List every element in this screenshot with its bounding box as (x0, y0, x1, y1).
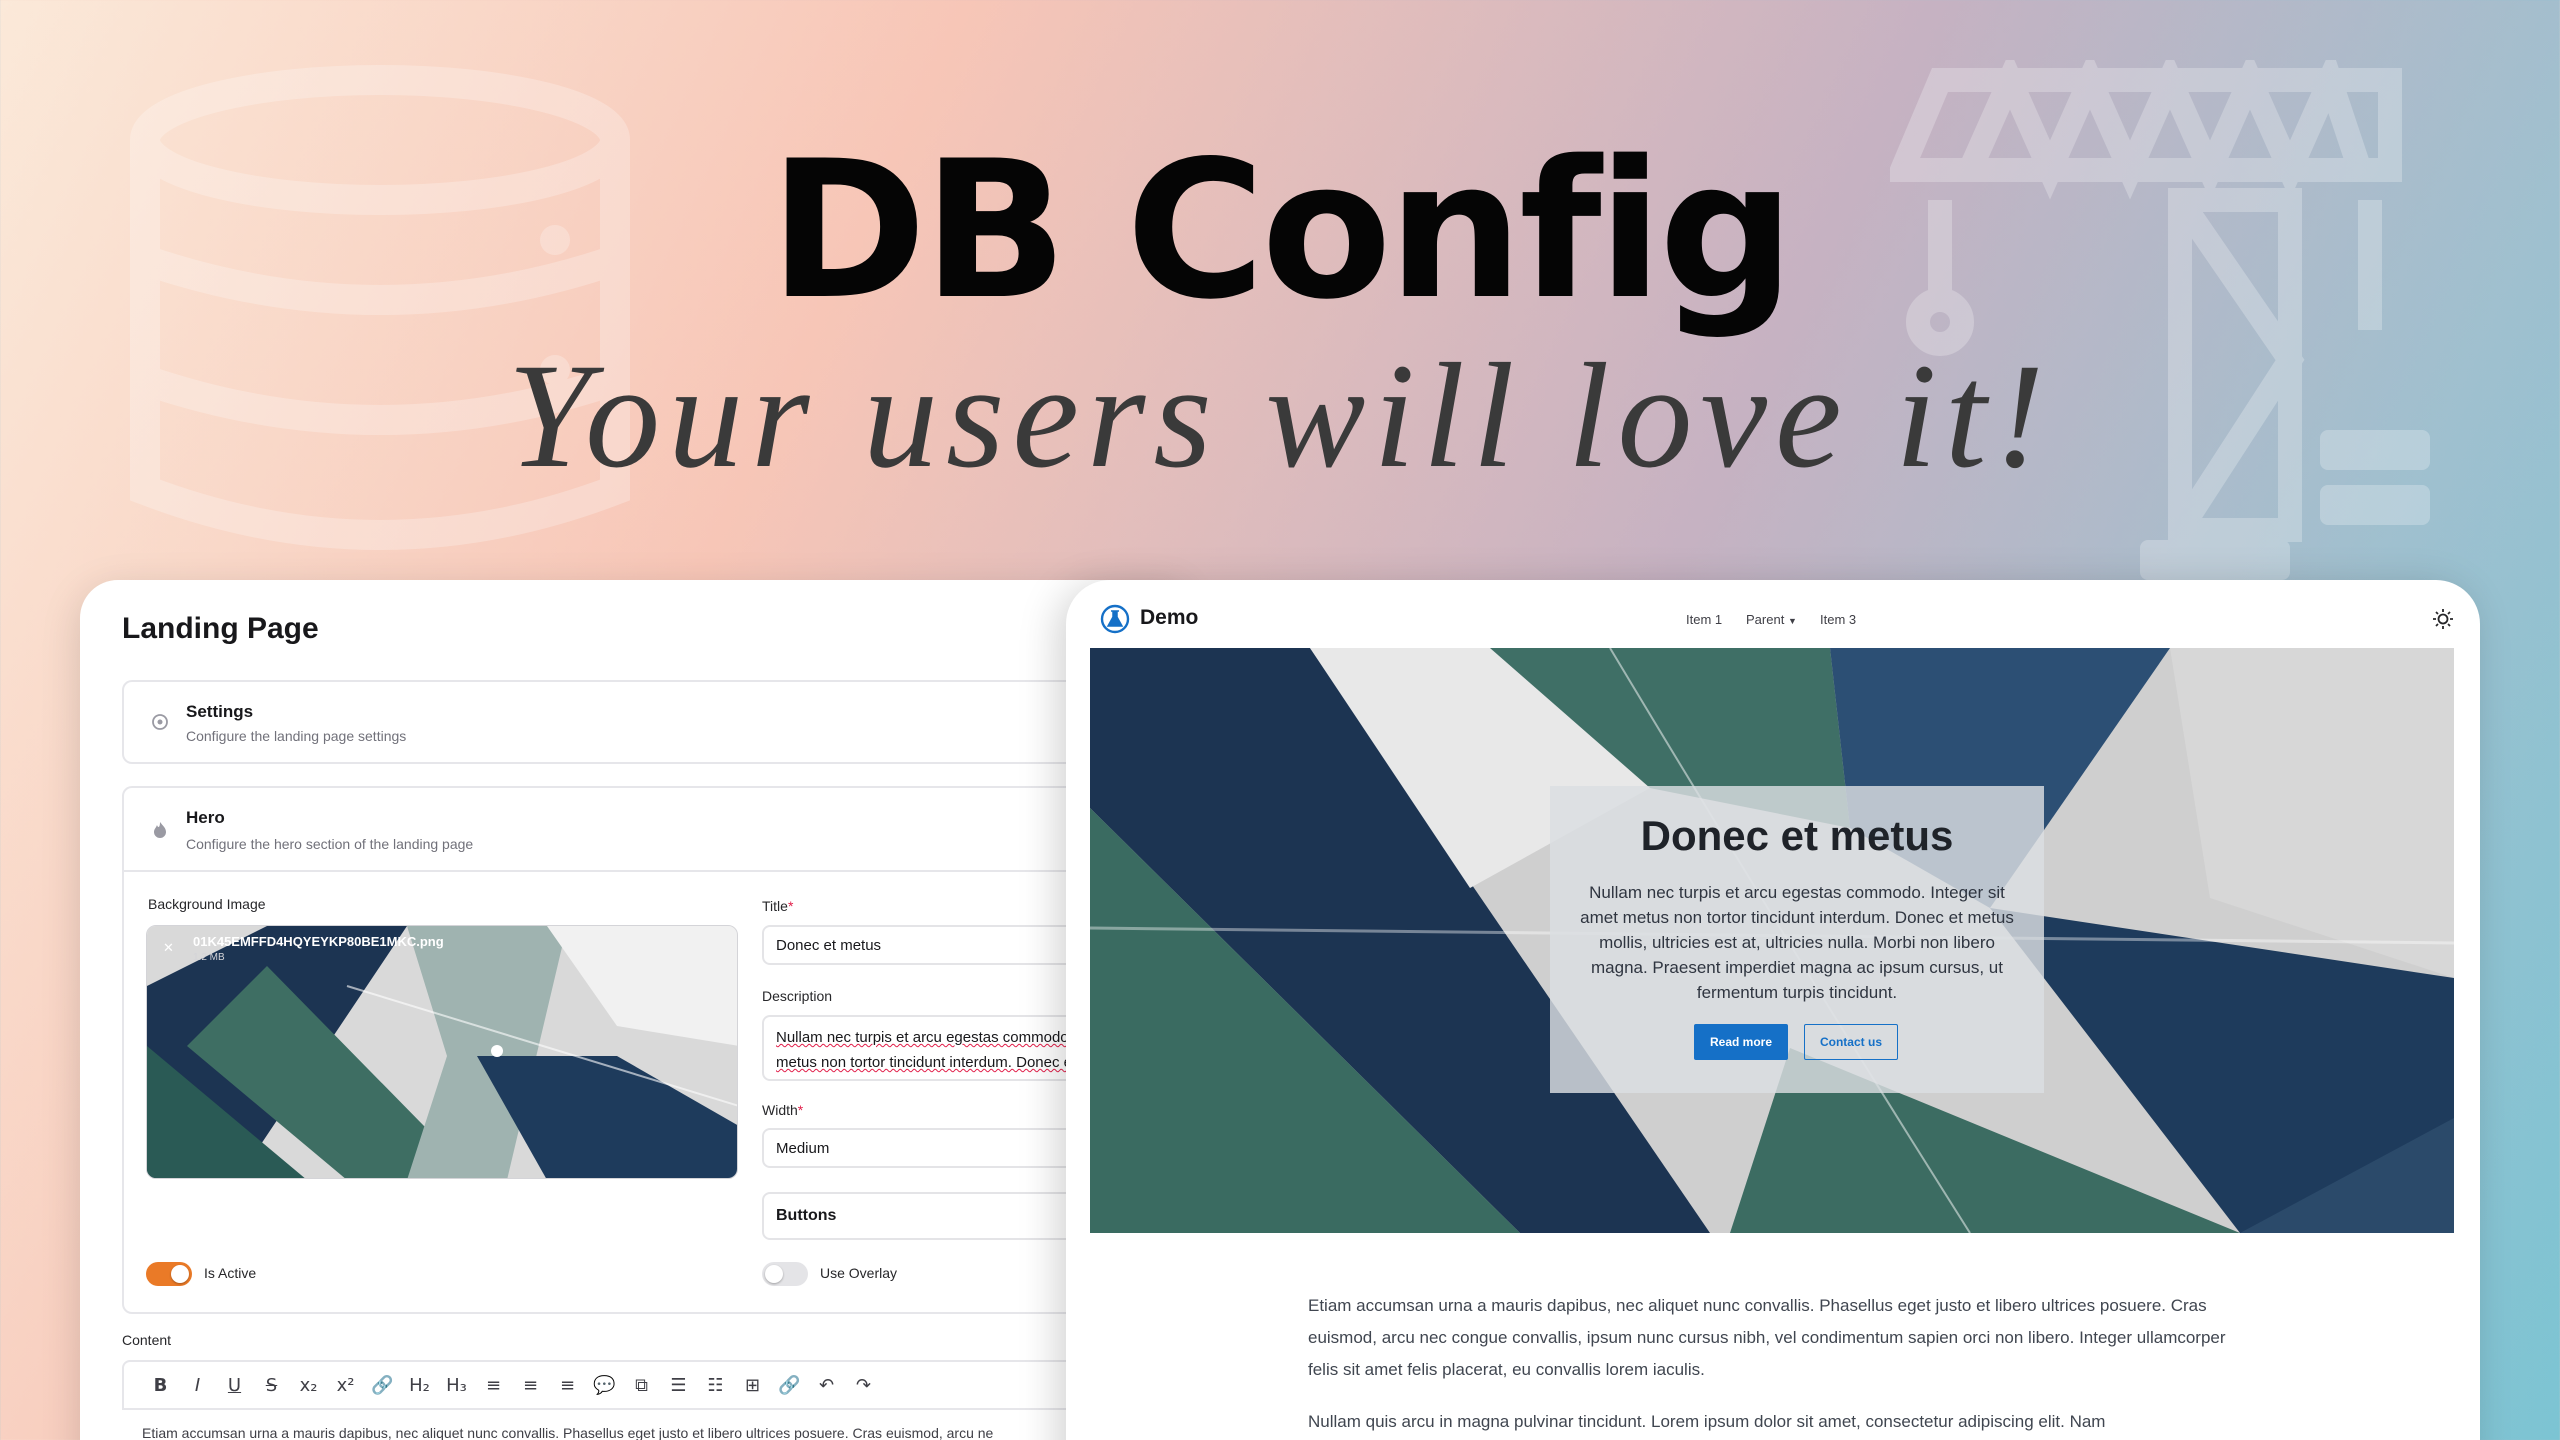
page-title: Landing Page (122, 612, 319, 645)
hero-card: Donec et metus Nullam nec turpis et arcu… (1550, 786, 2044, 1093)
bullet-list-icon[interactable]: ☰ (660, 1370, 697, 1400)
underline-icon[interactable]: U (216, 1370, 253, 1400)
editor-toolbar: B I U Sx₂ x² 🔗 H₂ H₃ ≡ ≡ ≡ 💬 ⧉ ☰ ☷ ⊞ 🔗 ↶ ↷ (122, 1360, 1180, 1410)
paragraph-2: Nullam quis arcu in magna pulvinar tinci… (1308, 1412, 2106, 1431)
sun-icon[interactable] (2432, 608, 2454, 630)
settings-title: Settings (186, 702, 254, 721)
content-label: Content (122, 1332, 172, 1348)
demo-window: Demo Item 1 Parent ▼ Item 3 Donec et met… (1066, 580, 2480, 1440)
contact-us-button[interactable]: Contact us (1804, 1024, 1898, 1060)
settings-icon (152, 714, 168, 730)
admin-window: Landing Page Settings Configure the land… (80, 580, 1180, 1440)
is-active-toggle[interactable] (146, 1262, 192, 1286)
settings-section[interactable]: Settings Configure the landing page sett… (122, 680, 1180, 764)
paragraph-1: Etiam accumsan urna a mauris dapibus, ne… (1308, 1296, 2226, 1379)
brand-name[interactable]: Demo (1140, 606, 1198, 630)
file-size: 1.2 MB (193, 952, 225, 963)
subscript-icon[interactable]: x₂ (290, 1370, 327, 1400)
hero-section-title: Hero (186, 808, 225, 827)
buttons-label: Buttons (776, 1207, 837, 1224)
description-label: Description (762, 988, 833, 1004)
embed-icon[interactable]: ⧉ (623, 1370, 660, 1400)
table-icon[interactable]: ⊞ (734, 1370, 771, 1400)
use-overlay-label: Use Overlay (820, 1265, 898, 1281)
hero-banner: Donec et metus Nullam nec turpis et arcu… (1090, 648, 2454, 1233)
use-overlay-toggle[interactable] (762, 1262, 808, 1286)
chevron-down-icon: ▼ (1787, 616, 1797, 626)
align-left-icon[interactable]: ≡ (475, 1370, 512, 1400)
nav-item-3[interactable]: Item 3 (1820, 612, 1856, 627)
hero-title: DB Config (769, 120, 1795, 341)
width-label: Width* (762, 1102, 804, 1118)
title-label: Title* (762, 898, 794, 914)
card-text: Nullam nec turpis et arcu egestas commod… (1580, 883, 2014, 1002)
heading-2-icon[interactable]: H₂ (401, 1370, 438, 1400)
nav-item-1[interactable]: Item 1 (1686, 612, 1722, 627)
flask-logo-icon (1100, 604, 1130, 634)
abstract-image (147, 926, 737, 1178)
hero-subtitle: Your users will love it! (507, 333, 2053, 499)
settings-description: Configure the landing page settings (186, 728, 407, 744)
file-name: 01K45EMFFD4HQYEYKP80BE1MKC.png (193, 934, 444, 949)
comment-icon[interactable]: 💬 (586, 1370, 623, 1400)
card-title: Donec et metus (1640, 812, 1954, 859)
read-more-button[interactable]: Read more (1694, 1024, 1788, 1060)
nav-item-parent[interactable]: Parent ▼ (1746, 612, 1797, 627)
ordered-list-icon[interactable]: ☷ (697, 1370, 734, 1400)
bold-icon[interactable]: B (142, 1370, 179, 1400)
undo-icon[interactable]: ↶ (808, 1370, 845, 1400)
heading-3-icon[interactable]: H₃ (438, 1370, 475, 1400)
superscript-icon[interactable]: x² (327, 1370, 364, 1400)
align-right-icon[interactable]: ≡ (549, 1370, 586, 1400)
remove-file-icon[interactable]: ✕ (163, 940, 174, 956)
background-image-label: Background Image (148, 896, 266, 912)
editor-content[interactable]: Etiam accumsan urna a mauris dapibus, ne… (142, 1425, 993, 1440)
background-image-preview[interactable]: ✕ 01K45EMFFD4HQYEYKP80BE1MKC.png 1.2 MB (146, 925, 738, 1179)
strikethrough-icon[interactable]: S (253, 1370, 290, 1400)
fire-icon (154, 822, 166, 838)
link-2-icon[interactable]: 🔗 (771, 1370, 808, 1400)
align-center-icon[interactable]: ≡ (512, 1370, 549, 1400)
is-active-label: Is Active (204, 1265, 257, 1281)
italic-icon[interactable]: I (179, 1370, 216, 1400)
link-icon[interactable]: 🔗 (364, 1370, 401, 1400)
hero-section-description: Configure the hero section of the landin… (186, 836, 474, 852)
redo-icon[interactable]: ↷ (845, 1370, 882, 1400)
